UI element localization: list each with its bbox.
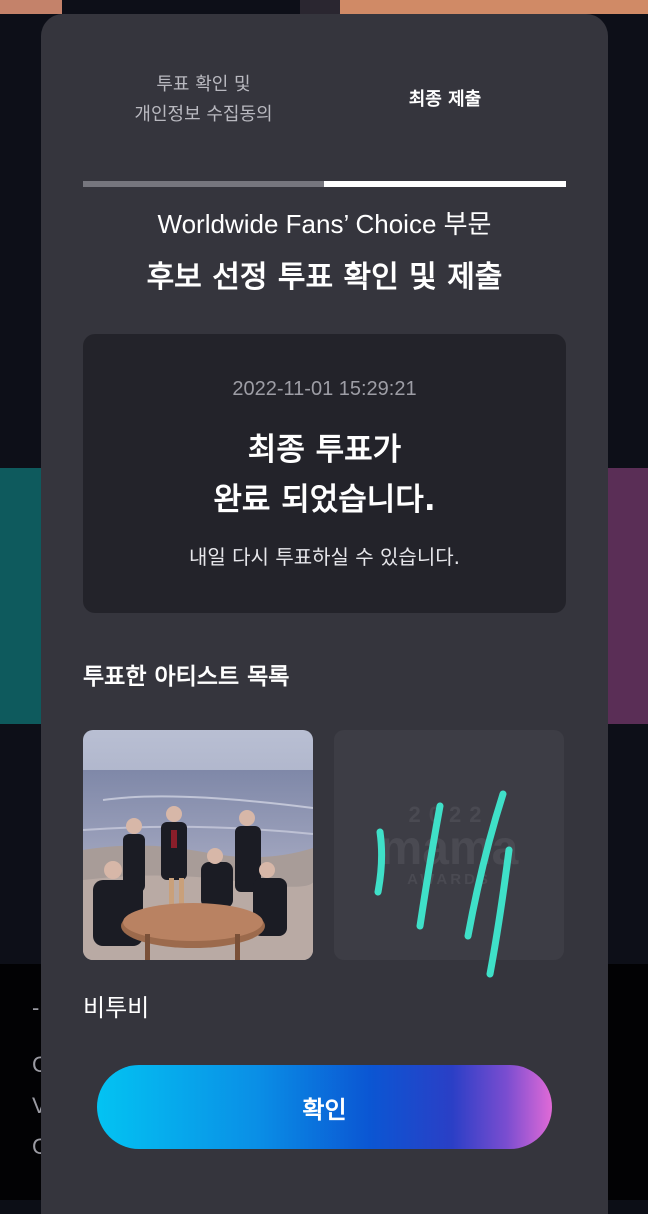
- artist-card-placeholder[interactable]: 2022 mama AWARDS: [334, 730, 564, 960]
- mama-awards-logo: 2022 mama AWARDS: [380, 802, 519, 888]
- background-photo-strip: [0, 0, 62, 14]
- tab-label: 최종 제출: [408, 89, 482, 110]
- artist-name: 비투비: [83, 994, 150, 1022]
- voted-artists-title: 투표한 아티스트 목록: [83, 664, 290, 690]
- tab-vote-confirm-consent[interactable]: 투표 확인 및 개인정보 수집동의: [83, 54, 324, 146]
- result-subtext: 내일 다시 투표하실 수 있습니다.: [189, 545, 460, 569]
- confirm-button[interactable]: 확인: [97, 1065, 552, 1149]
- vote-submit-modal: 투표 확인 및 개인정보 수집동의 최종 제출 Worldwide Fans’ …: [41, 14, 608, 1214]
- background-photo-strip: [340, 0, 648, 14]
- tab-indicator-inactive: [83, 181, 324, 187]
- tab-final-submit[interactable]: 최종 제출: [324, 54, 566, 146]
- background-text: -: [32, 995, 40, 1020]
- step-tabs: 투표 확인 및 개인정보 수집동의 최종 제출: [83, 54, 566, 187]
- category-label: Worldwide Fans’ Choice 부문: [157, 209, 492, 239]
- tab-label-line: 투표 확인 및: [156, 74, 251, 95]
- placeholder-awards-text: AWARDS: [407, 871, 491, 888]
- result-message: 최종 투표가: [247, 432, 402, 468]
- vote-result-card: 2022-11-01 15:29:21 최종 투표가 완료 되었습니다. 내일 …: [83, 334, 566, 613]
- artist-photo: [83, 730, 313, 960]
- page-title: 후보 선정 투표 확인 및 제출: [146, 260, 503, 295]
- placeholder-logo-text: mama: [380, 822, 519, 875]
- background-photo-strip: [300, 0, 340, 14]
- artist-card[interactable]: [83, 730, 313, 960]
- tab-label-line: 개인정보 수집동의: [134, 104, 273, 125]
- result-message: 완료 되었습니다.: [213, 482, 436, 518]
- tab-indicator-active: [324, 181, 566, 187]
- vote-timestamp: 2022-11-01 15:29:21: [232, 378, 417, 400]
